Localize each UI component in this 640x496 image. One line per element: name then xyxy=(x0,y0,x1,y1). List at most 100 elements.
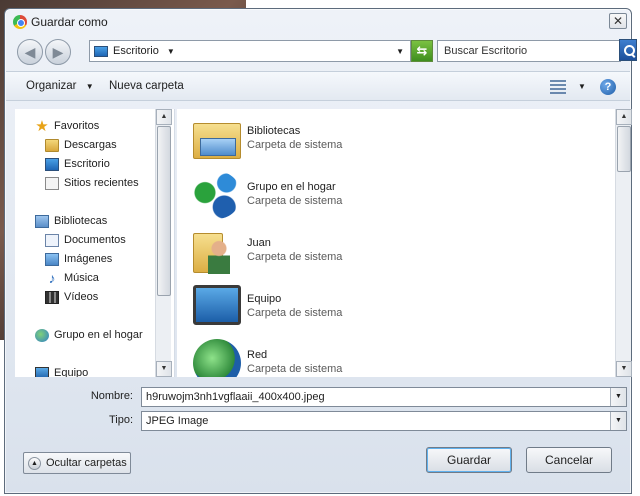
cancel-button[interactable]: Cancelar xyxy=(526,447,612,473)
arrow-left-icon: ◀ xyxy=(24,44,36,60)
file-name: Juan xyxy=(247,237,271,249)
address-dropdown-icon[interactable]: ▼ xyxy=(396,47,404,56)
organize-button[interactable]: Organizar ▼ xyxy=(26,80,94,92)
images-icon xyxy=(45,252,59,266)
star-icon: ★ xyxy=(35,117,49,135)
new-folder-button[interactable]: Nueva carpeta xyxy=(109,80,184,92)
window-title: Guardar como xyxy=(31,15,108,29)
save-button[interactable]: Guardar xyxy=(426,447,512,473)
sidebar-item-label: Grupo en el hogar xyxy=(54,329,143,341)
arrow-right-icon: ▶ xyxy=(52,44,64,60)
search-input[interactable]: Buscar Escritorio xyxy=(437,40,621,62)
chevron-down-icon[interactable]: ▼ xyxy=(610,412,626,430)
file-name: Bibliotecas xyxy=(247,125,301,137)
sidebar-item-libraries[interactable]: Bibliotecas xyxy=(35,212,107,230)
sidebar-item-label: Bibliotecas xyxy=(54,215,108,227)
sidebar-item-computer[interactable]: Equipo xyxy=(35,364,88,377)
save-as-dialog: Guardar como ✕ ◀ ▶ Escritorio ▼ ▼ ⇆ Busc… xyxy=(4,8,637,494)
chrome-icon xyxy=(13,15,27,29)
recent-places-icon xyxy=(45,176,59,190)
homegroup-icon xyxy=(35,328,49,342)
sidebar-item-label: Sitios recientes xyxy=(64,177,139,189)
sidebar-item-downloads[interactable]: Descargas xyxy=(45,136,117,154)
save-form: Nombre: h9ruwojm3nh1vgflaaii_400x400.jpe… xyxy=(5,377,631,437)
sidebar-item-label: Vídeos xyxy=(64,291,99,303)
file-name: Red xyxy=(247,349,268,361)
computer-icon xyxy=(193,285,241,325)
sidebar-item-images[interactable]: Imágenes xyxy=(45,250,112,268)
chevron-down-icon[interactable]: ▼ xyxy=(167,47,175,56)
close-button[interactable]: ✕ xyxy=(609,13,627,29)
chevron-down-icon[interactable]: ▼ xyxy=(578,82,586,91)
refresh-button[interactable]: ⇆ xyxy=(411,40,433,62)
sidebar-item-documents[interactable]: Documentos xyxy=(45,231,126,249)
sidebar-item-videos[interactable]: Vídeos xyxy=(45,288,98,306)
scroll-up-button[interactable]: ▲ xyxy=(616,109,632,125)
desktop-icon xyxy=(45,157,59,171)
chevron-down-icon[interactable]: ▼ xyxy=(610,388,626,406)
navigation-pane: ★ Favoritos Descargas Escritorio Sitios … xyxy=(15,109,175,377)
command-bar: Organizar ▼ Nueva carpeta ▼ ? xyxy=(6,71,630,101)
sidebar-item-label: Descargas xyxy=(64,139,117,151)
scroll-down-button[interactable]: ▼ xyxy=(156,361,172,377)
network-icon xyxy=(193,339,241,377)
filename-field[interactable]: h9ruwojm3nh1vgflaaii_400x400.jpeg ▼ xyxy=(141,387,627,407)
filename-value[interactable]: h9ruwojm3nh1vgflaaii_400x400.jpeg xyxy=(146,391,325,403)
address-location[interactable]: Escritorio xyxy=(113,45,159,57)
sidebar-item-favorites[interactable]: ★ Favoritos xyxy=(35,117,99,135)
views-icon[interactable] xyxy=(550,80,566,94)
sidebar-item-desktop[interactable]: Escritorio xyxy=(45,155,110,173)
sidebar-item-music[interactable]: ♪ Música xyxy=(45,269,99,287)
filetype-value: JPEG Image xyxy=(146,415,209,427)
computer-icon xyxy=(35,366,49,377)
homegroup-icon xyxy=(193,171,241,219)
filename-label: Nombre: xyxy=(90,390,133,402)
scroll-thumb[interactable] xyxy=(617,126,631,172)
libraries-icon xyxy=(35,214,49,228)
file-type: Carpeta de sistema xyxy=(247,363,343,375)
refresh-icon: ⇆ xyxy=(416,43,428,58)
hide-folders-button[interactable]: ▲ Ocultar carpetas xyxy=(23,452,131,474)
sidebar-item-label: Favoritos xyxy=(54,120,100,132)
music-icon: ♪ xyxy=(48,269,56,286)
scroll-up-button[interactable]: ▲ xyxy=(156,109,172,125)
chevron-down-icon: ▼ xyxy=(85,82,94,91)
sidebar-item-label: Equipo xyxy=(54,367,89,377)
file-type: Carpeta de sistema xyxy=(247,139,343,151)
desktop-icon xyxy=(94,45,108,57)
file-name: Grupo en el hogar xyxy=(247,181,336,193)
hide-folders-label: Ocultar carpetas xyxy=(46,457,127,469)
downloads-folder-icon xyxy=(45,138,59,152)
libraries-icon xyxy=(193,123,241,159)
sidebar-item-label: Imágenes xyxy=(64,253,113,265)
file-type: Carpeta de sistema xyxy=(247,307,343,319)
videos-icon xyxy=(45,290,59,304)
scroll-thumb[interactable] xyxy=(157,126,171,296)
file-list: Bibliotecas Carpeta de sistema Grupo en … xyxy=(177,109,619,377)
sidebar-item-homegroup[interactable]: Grupo en el hogar xyxy=(35,326,143,344)
file-type: Carpeta de sistema xyxy=(247,251,343,263)
back-button[interactable]: ◀ xyxy=(17,39,43,65)
search-icon[interactable] xyxy=(619,39,637,61)
address-row: ◀ ▶ Escritorio ▼ ▼ ⇆ Buscar Escritorio xyxy=(15,39,637,65)
title-bar[interactable]: Guardar como ✕ xyxy=(5,9,631,35)
user-folder-icon xyxy=(193,233,230,274)
nav-scrollbar[interactable]: ▲ ▼ xyxy=(155,109,172,377)
sidebar-item-label: Documentos xyxy=(64,234,126,246)
filetype-label: Tipo: xyxy=(108,414,133,426)
forward-button[interactable]: ▶ xyxy=(45,39,71,65)
organize-label: Organizar xyxy=(26,80,77,92)
help-icon[interactable]: ? xyxy=(600,79,616,95)
documents-icon xyxy=(45,233,59,247)
file-type: Carpeta de sistema xyxy=(247,195,343,207)
scroll-down-button[interactable]: ▼ xyxy=(616,361,632,377)
collapse-icon: ▲ xyxy=(28,456,41,470)
sidebar-item-recent[interactable]: Sitios recientes xyxy=(45,174,139,192)
address-bar[interactable]: Escritorio ▼ ▼ xyxy=(89,40,411,62)
close-icon: ✕ xyxy=(612,14,624,28)
filetype-select[interactable]: JPEG Image ▼ xyxy=(141,411,627,431)
file-name: Equipo xyxy=(247,293,282,305)
sidebar-item-label: Escritorio xyxy=(64,158,110,170)
sidebar-item-label: Música xyxy=(64,272,99,284)
content-scrollbar[interactable]: ▲ ▼ xyxy=(615,109,632,377)
